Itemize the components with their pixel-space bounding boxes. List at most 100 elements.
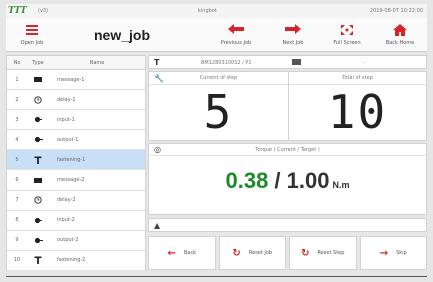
- open-job-label: Open Job: [20, 40, 44, 46]
- toolbar: Open Job new_job Previous Job Next Job F…: [6, 18, 427, 52]
- job-step-list: No Type Name 1 message-1 2 delay-1 3 input-1 4…: [6, 55, 146, 271]
- gauge-icon: ◎: [154, 145, 161, 154]
- job-title: new_job: [94, 27, 151, 43]
- program-value: BM12803100S2 / P1: [201, 60, 252, 66]
- skip-label: Skip: [396, 250, 407, 256]
- datetime-text: 2019-08-07 10:22:00: [369, 8, 423, 14]
- full-screen-label: Full Screen: [333, 40, 361, 46]
- delay-clock-icon: [27, 95, 49, 104]
- skip-button[interactable]: → Skip: [359, 236, 427, 270]
- arrow-right-icon: [269, 24, 317, 38]
- current-step-box: 🔧 Current of step 5: [149, 72, 289, 140]
- step-name: delay-1: [57, 96, 76, 103]
- arrow-left-icon: [212, 24, 260, 38]
- fastening-icon: [27, 256, 49, 265]
- torque-target: 1.00: [286, 168, 330, 193]
- version-text: (v3): [38, 8, 49, 14]
- fastening-icon: [27, 156, 49, 164]
- previous-job-label: Previous Job: [220, 40, 252, 46]
- torque-unit: N.m: [332, 180, 350, 190]
- open-job-button[interactable]: Open Job: [8, 20, 56, 50]
- back-home-button[interactable]: Back Home: [376, 20, 424, 50]
- user-name: kingbot: [198, 8, 217, 14]
- reset-job-label: Reset Job: [248, 250, 273, 256]
- list-icon: [8, 24, 56, 38]
- input-icon: [27, 116, 49, 123]
- list-item[interactable]: 6 message-2: [7, 170, 145, 191]
- bottom-divider: [6, 276, 427, 277]
- list-item[interactable]: 5 fastening-1: [7, 150, 145, 171]
- step-name: output-1: [57, 136, 79, 143]
- step-number: 9: [15, 237, 19, 244]
- step-number: 8: [15, 217, 19, 224]
- step-number: 5: [15, 156, 19, 163]
- step-name: input-2: [57, 217, 75, 224]
- step-number: 1: [15, 76, 19, 83]
- step-number: 7: [15, 197, 19, 204]
- torque-separator: /: [268, 168, 287, 193]
- list-item[interactable]: 2 delay-1: [7, 90, 145, 111]
- previous-job-button[interactable]: Previous Job: [212, 20, 260, 50]
- reset-step-button[interactable]: ↻ Reset Step: [289, 236, 357, 270]
- full-screen-button[interactable]: Full Screen: [323, 20, 371, 50]
- list-item[interactable]: 9 output-2: [7, 231, 145, 251]
- step-number: 6: [15, 177, 19, 184]
- current-step-label: Current of step: [199, 75, 238, 81]
- back-home-label: Back Home: [385, 40, 415, 46]
- step-name: delay-2: [57, 197, 76, 204]
- reset-icon: ↻: [301, 247, 310, 259]
- back-label: Back: [183, 250, 197, 256]
- delay-clock-icon: [27, 196, 49, 204]
- step-number: 10: [13, 257, 21, 264]
- step-counter: 🔧 Current of step 5 Total of step 10: [148, 71, 427, 141]
- step-name: output-2: [57, 237, 79, 244]
- warning-icon: ▲: [154, 221, 161, 230]
- arrow-right-icon: →: [379, 247, 389, 259]
- output-icon: [27, 237, 49, 244]
- action-bar: ← Back ↻ Reset Job ↻ Reset Step → Skip: [148, 236, 427, 270]
- step-name: input-1: [57, 116, 75, 123]
- list-item[interactable]: 3 input-1: [7, 110, 145, 131]
- column-header-type: Type: [32, 59, 44, 66]
- brand-logo: TTT: [8, 6, 27, 16]
- torque-display: ◎ Torque ( Current / Target ) 0.38 / 1.0…: [148, 143, 427, 215]
- step-name: fastening-2: [57, 257, 86, 264]
- column-header-name: Name: [89, 59, 105, 66]
- column-header-no: No: [13, 59, 21, 66]
- expand-icon: [323, 24, 371, 38]
- total-step-value: 10: [327, 85, 388, 139]
- step-number: 3: [15, 116, 19, 123]
- total-step-box: Total of step 10: [289, 72, 426, 140]
- home-icon: [376, 24, 424, 38]
- current-step-value: 5: [203, 85, 234, 139]
- torque-value: 0.38 / 1.00 N.m: [149, 168, 426, 194]
- message-icon: [27, 177, 49, 183]
- memory-value: -: [364, 60, 366, 66]
- reset-job-button[interactable]: ↻ Reset Job: [218, 236, 286, 270]
- job-run-panel: T BM12803100S2 / P1 - 🔧 Current of step …: [148, 55, 427, 271]
- input-icon: [27, 217, 49, 224]
- step-number: 2: [15, 96, 19, 103]
- step-name: message-1: [57, 76, 85, 83]
- list-item[interactable]: 10 fastening-2: [7, 251, 145, 271]
- reset-icon: ↻: [232, 247, 241, 259]
- message-bar: ▲: [148, 218, 427, 232]
- list-header: No Type Name: [7, 56, 145, 70]
- message-icon: [27, 77, 49, 83]
- wrench-icon: 🔧: [154, 74, 164, 83]
- output-icon: [27, 136, 49, 143]
- next-job-button[interactable]: Next Job: [269, 20, 317, 50]
- list-item[interactable]: 7 delay-2: [7, 191, 145, 211]
- list-item[interactable]: 4 output-1: [7, 130, 145, 151]
- list-item[interactable]: 1 message-1: [7, 70, 145, 91]
- arrow-left-icon: ←: [167, 247, 176, 259]
- back-button[interactable]: ← Back: [148, 236, 216, 270]
- list-item[interactable]: 8 input-2: [7, 211, 145, 231]
- next-job-label: Next Job: [282, 40, 304, 46]
- reset-step-label: Reset Step: [317, 250, 345, 256]
- status-bar: TTT (v3) kingbot 2019-08-07 10:22:00: [6, 4, 427, 18]
- step-number: 4: [15, 136, 19, 143]
- total-step-label: Total of step: [342, 75, 373, 81]
- torque-current: 0.38: [225, 168, 269, 193]
- torque-label: Torque ( Current / Target ): [255, 147, 320, 153]
